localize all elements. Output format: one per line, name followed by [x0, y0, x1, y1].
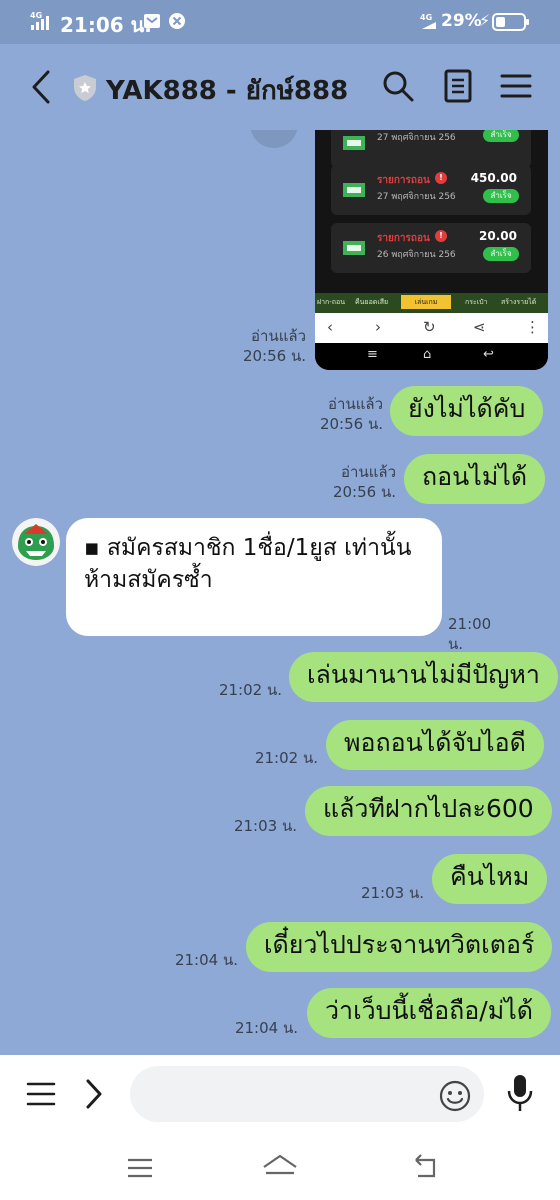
outgoing-message[interactable]: พอถอนได้จับไอดี	[326, 720, 544, 770]
clock: 21:06 น.	[60, 13, 152, 37]
home-icon: ⌂	[423, 347, 432, 362]
svg-text:4G: 4G	[30, 11, 42, 20]
thumb-card-amount: 450.00	[470, 171, 517, 185]
cash-icon	[343, 241, 365, 255]
thumb-card: รายการถอน ! 27 พฤศจิกายน 256 450.00 สำเร…	[331, 165, 531, 215]
forward-icon: ›	[375, 318, 381, 336]
menu-icon[interactable]	[26, 1079, 56, 1109]
recent-apps-icon[interactable]	[122, 1153, 158, 1183]
battery-percent: 29%	[441, 11, 482, 31]
thumb-card-date: 27 พฤศจิกายน 256	[377, 133, 456, 143]
thumb-nav-item: คืนยอดเสีย	[355, 298, 389, 306]
message-time: 21:02 น.	[254, 749, 318, 767]
message-meta: อ่านแล้ว 20:56 น.	[318, 462, 396, 502]
thumb-browser-bar: ‹ › ↻ ⋖ ⋮	[315, 313, 548, 343]
thumb-card: รายการถอน ! 26 พฤศจิกายน 256 20.00 สำเร็…	[331, 223, 531, 273]
message-time: 21:03 น.	[233, 817, 297, 835]
reload-icon: ↻	[423, 318, 436, 336]
notes-icon[interactable]	[440, 68, 476, 104]
search-icon[interactable]	[380, 68, 416, 104]
message-input-bar	[0, 1055, 560, 1137]
menu-icon[interactable]	[498, 68, 534, 104]
thumb-card-amount: 20.00	[479, 229, 517, 243]
share-icon: ⋖	[473, 318, 486, 336]
outgoing-message[interactable]: ยังไม่ได้คับ	[390, 386, 544, 436]
thumb-card-date: 27 พฤศจิกายน 256	[377, 192, 456, 202]
outgoing-message[interactable]: ถอนไม่ได้	[404, 454, 546, 504]
warning-icon: !	[435, 172, 447, 184]
back-icon[interactable]	[408, 1153, 444, 1183]
back-icon: ↩	[483, 347, 494, 362]
message-time: 20:56 น.	[242, 347, 306, 365]
cash-icon	[343, 136, 365, 150]
network-4g-icon: 4G	[420, 13, 436, 29]
message-time: 21:04 น.	[174, 951, 238, 969]
back-arrow-icon[interactable]	[26, 68, 56, 106]
outgoing-message[interactable]: เล่นมานานไม่มีปัญหา	[289, 652, 558, 702]
thumb-card-label: รายการถอน	[377, 175, 430, 186]
message-meta: อ่านแล้ว 20:56 น.	[305, 394, 383, 434]
thumb-card-date: 26 พฤศจิกายน 256	[377, 250, 456, 260]
message-time: 21:00 น.	[448, 615, 492, 653]
image-message-thumbnail[interactable]: 27 พฤศจิกายน 256 สำเร็จ รายการถอน ! 27 พ…	[315, 130, 548, 370]
thumb-game-nav: ฝาก-ถอน คืนยอดเสีย เล่นเกม กระเป๋า สร้าง…	[315, 293, 548, 313]
status-bar: 4G 21:06 น. 4G 29% ⚡	[0, 0, 560, 44]
read-receipt: อ่านแล้ว	[341, 463, 396, 481]
chevron-right-icon[interactable]	[82, 1077, 106, 1111]
outgoing-message[interactable]: คืนไหม	[432, 854, 548, 904]
chat-title: YAK888 - ยักษ์888	[106, 76, 349, 106]
message-meta: อ่านแล้ว 20:56 น.	[228, 326, 306, 366]
signal-icon: 4G	[30, 11, 49, 30]
incoming-message[interactable]: ▪ สมัครสมาชิก 1ชื่อ/1ยูส เท่านั้น ห้ามสม…	[66, 518, 442, 636]
thumb-card: 27 พฤศจิกายน 256 สำเร็จ	[331, 130, 531, 168]
microphone-icon[interactable]	[506, 1073, 534, 1113]
read-receipt: อ่านแล้ว	[328, 395, 383, 413]
chat-header: YAK888 - ยักษ์888	[0, 44, 560, 130]
home-icon[interactable]	[262, 1153, 298, 1183]
read-receipt: อ่านแล้ว	[251, 327, 306, 345]
message-time: 20:56 น.	[332, 483, 396, 501]
outgoing-message[interactable]: แล้วทีฝากไปละ600	[305, 786, 552, 836]
thumb-system-bar: ≡ ⌂ ↩	[315, 343, 548, 370]
message-time: 21:03 น.	[360, 884, 424, 902]
thumb-card-label: รายการถอน	[377, 233, 430, 244]
thumb-nav-item: สร้างรายได้	[501, 298, 537, 306]
chat-messages[interactable]: 27 พฤศจิกายน 256 สำเร็จ รายการถอน ! 27 พ…	[0, 130, 560, 1055]
warning-icon: !	[435, 230, 447, 242]
more-icon: ⋮	[525, 318, 540, 336]
message-time: 21:04 น.	[234, 1019, 298, 1037]
svg-text:4G: 4G	[420, 13, 432, 22]
message-notification-icon	[144, 14, 160, 28]
message-input[interactable]	[130, 1066, 484, 1122]
system-navigation-bar	[0, 1137, 560, 1200]
back-icon: ‹	[327, 318, 333, 336]
recent-apps-icon: ≡	[367, 347, 378, 362]
thumb-nav-item: ฝาก-ถอน	[317, 298, 346, 306]
close-notification-icon	[169, 13, 185, 29]
emoji-icon[interactable]	[438, 1079, 472, 1113]
avatar[interactable]	[12, 518, 60, 566]
thumb-nav-item: กระเป๋า	[465, 298, 488, 306]
outgoing-message[interactable]: เดี๋ยวไปประจานทวิตเตอร์	[246, 922, 553, 972]
thumb-card-status: สำเร็จ	[483, 247, 519, 261]
charging-icon: ⚡	[479, 11, 491, 30]
battery-icon	[492, 13, 529, 31]
message-time: 20:56 น.	[319, 415, 383, 433]
message-time: 21:02 น.	[218, 681, 282, 699]
outgoing-message[interactable]: ว่าเว็บนี้เชื่อถือ/ม่ได้	[307, 988, 552, 1038]
yak-logo-icon	[12, 518, 60, 566]
thumb-card-status: สำเร็จ	[483, 130, 519, 142]
scroll-indicator	[250, 130, 298, 148]
cash-icon	[343, 183, 365, 197]
thumb-nav-item: เล่นเกม	[401, 295, 451, 309]
thumb-card-status: สำเร็จ	[483, 189, 519, 203]
shield-icon	[74, 75, 96, 101]
